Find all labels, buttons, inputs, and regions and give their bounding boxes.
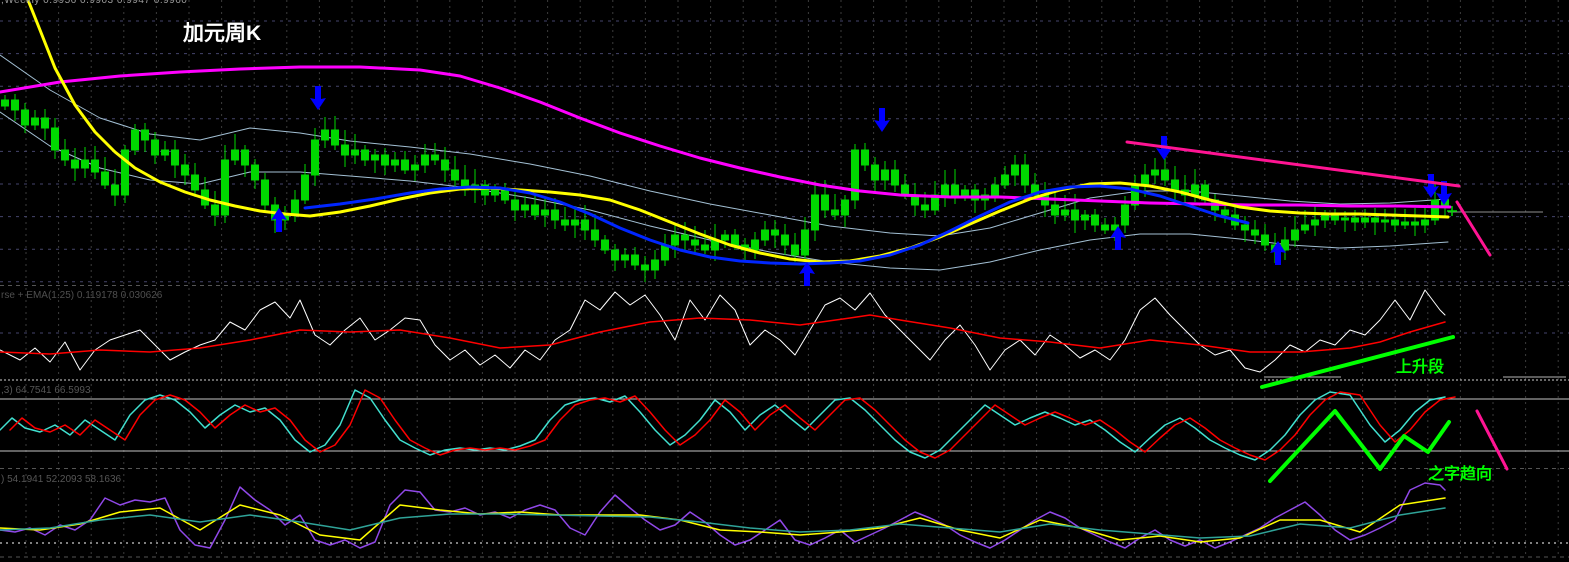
- panel2-white-line: [0, 289, 1446, 373]
- symbol-ohlc-label: ,Weekly 0.9956 0.9903 0.9947 0.9960: [1, 0, 188, 6]
- vertical-gridlines: [25, 0, 1559, 556]
- trendline-pink-descending[interactable]: [1125, 140, 1461, 188]
- mt4-chart-window[interactable]: ,Weekly 0.9956 0.9903 0.9947 0.9960 加元周K…: [0, 0, 1569, 562]
- annotation-rising-segment-text: 上升段: [1396, 359, 1445, 376]
- chart-title: 加元周K: [183, 22, 262, 45]
- stochastic-signal-line: [9, 389, 1456, 461]
- trendline-pink-steep[interactable]: [1455, 200, 1492, 257]
- panel4-teal-line: [0, 507, 1446, 539]
- trendline-pink-panel3[interactable]: [1475, 409, 1509, 471]
- stochastic-main-line: [0, 389, 1446, 461]
- panel2-red-ema: [0, 314, 1446, 355]
- annotation-zigzag-trend-text: 之字趋向: [1428, 466, 1493, 483]
- chart-canvas[interactable]: [0, 0, 1569, 562]
- panel4-violet-line: [0, 482, 1446, 549]
- panel2-indicator-label: rse + EMA(1.25) 0.119178 0.030626: [1, 290, 163, 301]
- panel4-indicator-label: ) 54.1941 52.2093 58.1636: [1, 474, 122, 485]
- candles[interactable]: [1, 94, 1449, 282]
- annotation-green-zigzag[interactable]: [1268, 409, 1451, 483]
- panel3-indicator-label: ,3) 64.7541 66.5993: [1, 385, 91, 396]
